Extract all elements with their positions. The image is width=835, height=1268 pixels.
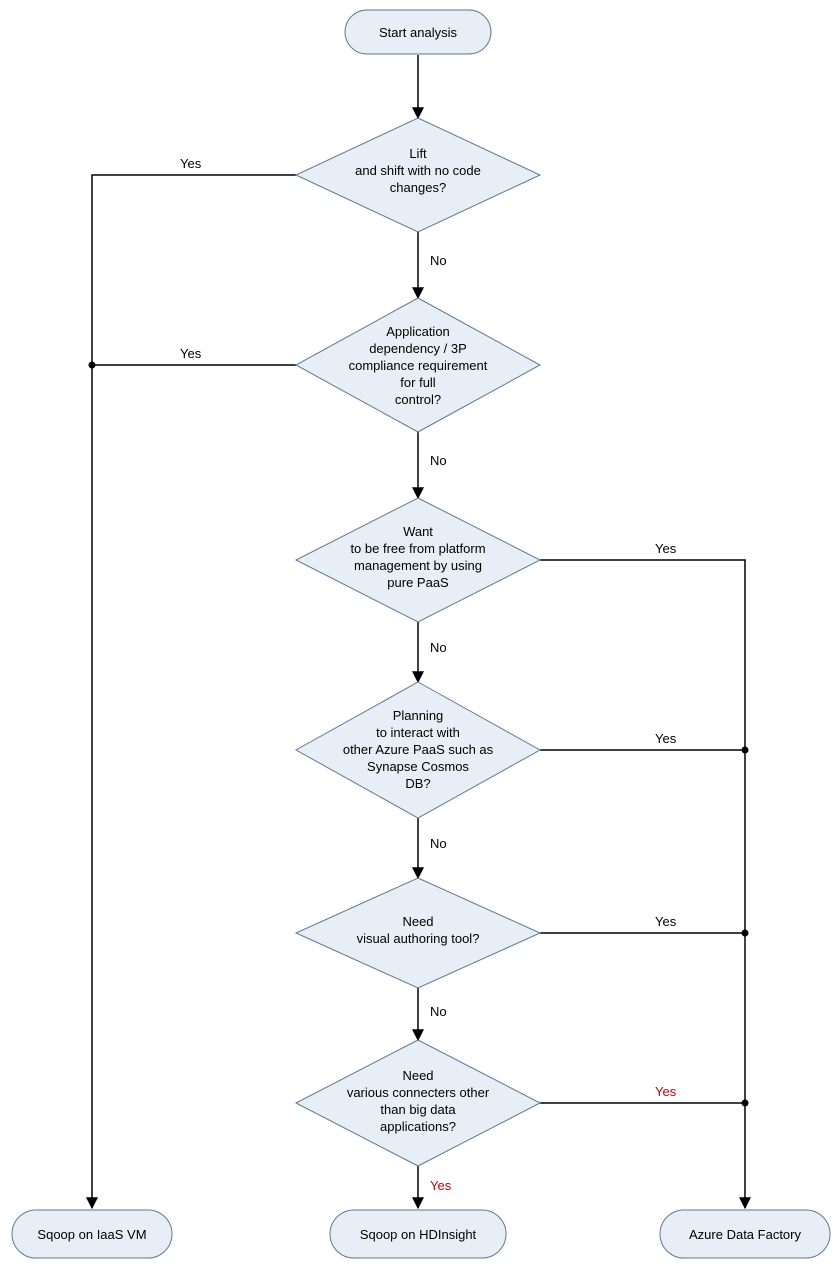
d5-l2: visual authoring tool? bbox=[357, 931, 480, 946]
terminal-azure-data-factory: Azure Data Factory bbox=[660, 1210, 830, 1258]
d2-yes-label: Yes bbox=[180, 346, 202, 361]
d3-l3: management by using bbox=[354, 558, 482, 573]
d6-l1: Need bbox=[402, 1068, 433, 1083]
d6-yes-bottom-label: Yes bbox=[430, 1178, 452, 1193]
junction-dot-d6 bbox=[742, 1100, 749, 1107]
d6-yes-right-label: Yes bbox=[655, 1084, 677, 1099]
d5-yes-label: Yes bbox=[655, 914, 677, 929]
d2-l5: control? bbox=[395, 392, 441, 407]
d5-no-label: No bbox=[430, 1004, 447, 1019]
start-node: Start analysis bbox=[345, 10, 491, 54]
decision-azure-paas-interact: Planning to interact with other Azure Pa… bbox=[296, 682, 540, 818]
decision-dependency-compliance: Application dependency / 3P compliance r… bbox=[296, 298, 540, 432]
d4-yes-label: Yes bbox=[655, 731, 677, 746]
d2-no-label: No bbox=[430, 453, 447, 468]
d2-l1: Application bbox=[386, 324, 450, 339]
t3-label: Azure Data Factory bbox=[689, 1227, 801, 1242]
decision-visual-authoring: Need visual authoring tool? bbox=[296, 878, 540, 988]
d1-l1: Lift bbox=[409, 146, 427, 161]
d2-l3: compliance requirement bbox=[349, 358, 488, 373]
d2-l4: for full bbox=[400, 375, 436, 390]
terminal-sqoop-iaas: Sqoop on IaaS VM bbox=[12, 1210, 172, 1258]
d1-l2: and shift with no code bbox=[355, 163, 481, 178]
d4-l4: Synapse Cosmos bbox=[367, 759, 469, 774]
d3-l4: pure PaaS bbox=[387, 575, 449, 590]
d6-l2: various connecters other bbox=[347, 1085, 490, 1100]
d1-yes-label: Yes bbox=[180, 156, 202, 171]
junction-dot-d4 bbox=[742, 747, 749, 754]
d6-l4: applications? bbox=[380, 1119, 456, 1134]
d3-l2: to be free from platform bbox=[350, 541, 485, 556]
decision-various-connectors: Need various connecters other than big d… bbox=[296, 1040, 540, 1166]
junction-dot-d5 bbox=[742, 930, 749, 937]
d2-l2: dependency / 3P bbox=[369, 341, 467, 356]
d4-l2: to interact with bbox=[376, 725, 460, 740]
d3-l1: Want bbox=[403, 524, 433, 539]
decision-lift-shift: Lift and shift with no code changes? bbox=[296, 118, 540, 232]
d4-no-label: No bbox=[430, 836, 447, 851]
d6-l3: than big data bbox=[380, 1102, 456, 1117]
terminal-sqoop-hdinsight: Sqoop on HDInsight bbox=[330, 1210, 506, 1258]
t2-label: Sqoop on HDInsight bbox=[360, 1227, 477, 1242]
decision-pure-paas: Want to be free from platform management… bbox=[296, 498, 540, 622]
junction-dot-left bbox=[89, 362, 96, 369]
d3-yes-label: Yes bbox=[655, 541, 677, 556]
d4-l3: other Azure PaaS such as bbox=[343, 742, 494, 757]
d4-l1: Planning bbox=[393, 708, 444, 723]
t1-label: Sqoop on IaaS VM bbox=[37, 1227, 146, 1242]
start-label: Start analysis bbox=[379, 25, 458, 40]
d3-no-label: No bbox=[430, 640, 447, 655]
d1-no-label: No bbox=[430, 253, 447, 268]
d1-l3: changes? bbox=[390, 180, 446, 195]
d5-l1: Need bbox=[402, 914, 433, 929]
d4-l5: DB? bbox=[405, 776, 430, 791]
